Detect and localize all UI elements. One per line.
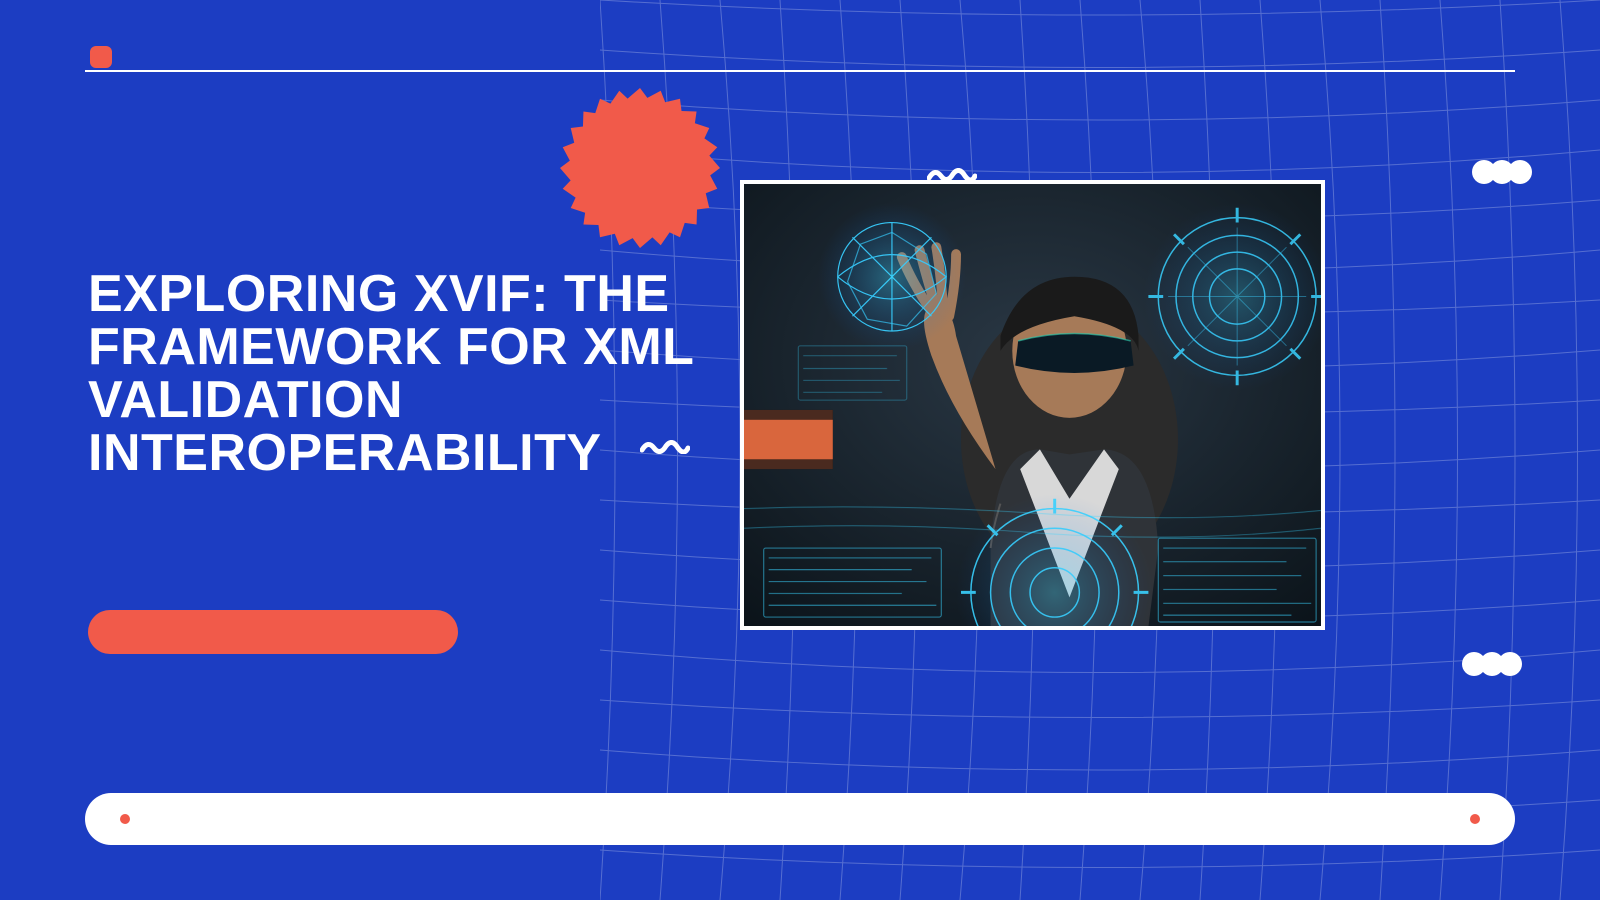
logo-icon bbox=[90, 46, 112, 68]
dot-icon bbox=[120, 814, 130, 824]
blob-icon bbox=[1462, 650, 1522, 678]
hero-image bbox=[740, 180, 1325, 630]
main-headline: EXPLORING XVIF: THE FRAMEWORK FOR XML VA… bbox=[88, 268, 728, 480]
bottom-bar bbox=[85, 793, 1515, 845]
starburst-icon bbox=[560, 88, 720, 248]
squiggle-icon bbox=[927, 168, 977, 182]
accent-pill bbox=[88, 610, 458, 654]
dot-icon bbox=[1470, 814, 1480, 824]
divider-line bbox=[85, 70, 1515, 72]
squiggle-icon bbox=[640, 440, 690, 454]
blob-icon bbox=[1472, 158, 1532, 186]
